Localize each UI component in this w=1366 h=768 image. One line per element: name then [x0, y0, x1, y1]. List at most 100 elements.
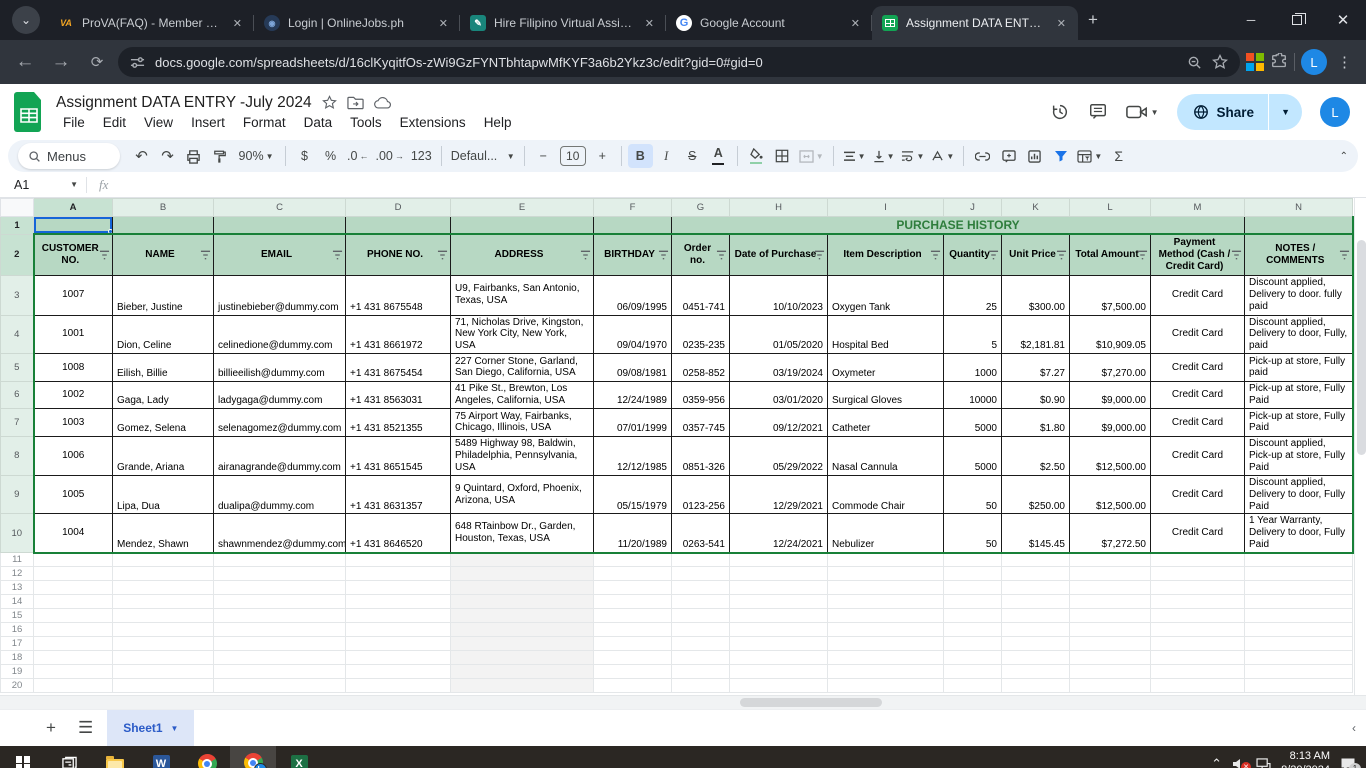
cell-r4c13[interactable]: Discount applied, Delivery to door, Full…	[1244, 314, 1354, 354]
insert-chart-button[interactable]	[1022, 144, 1047, 168]
add-sheet-button[interactable]: +	[38, 714, 64, 742]
cell-r9c12[interactable]: Credit Card	[1150, 474, 1245, 515]
vertical-align-button[interactable]: ▼	[870, 144, 898, 168]
cell-empty[interactable]	[943, 594, 1002, 610]
cell-empty[interactable]	[112, 608, 214, 624]
cell-empty[interactable]	[729, 650, 828, 666]
format-percent-button[interactable]: %	[318, 144, 343, 168]
grid-row-18[interactable]: 18	[0, 650, 1353, 666]
cell-empty[interactable]	[112, 650, 214, 666]
cell-N1[interactable]	[1244, 216, 1354, 235]
cell-r7c11[interactable]: $9,000.00	[1069, 407, 1151, 437]
cell-empty[interactable]	[345, 580, 451, 596]
cell-r3c3[interactable]: +1 431 8675548	[345, 274, 451, 316]
cell-empty[interactable]	[1244, 608, 1353, 624]
row-header-9[interactable]: 9	[0, 474, 34, 515]
row-header-6[interactable]: 6	[0, 380, 34, 409]
cell-r4c4[interactable]: 71, Nicholas Drive, Kingston, New York C…	[450, 314, 594, 354]
row-header-15[interactable]: 15	[0, 608, 34, 624]
cell-empty[interactable]	[729, 608, 828, 624]
cell-empty[interactable]	[1001, 552, 1070, 568]
cell-empty[interactable]	[213, 636, 346, 652]
column-header-J[interactable]: J	[943, 198, 1002, 217]
row-header-19[interactable]: 19	[0, 664, 34, 680]
cell-r5c0[interactable]: 1008	[32, 352, 113, 382]
cell-empty[interactable]	[345, 650, 451, 666]
cell-r7c0[interactable]: 1003	[32, 407, 113, 437]
cell-r7c6[interactable]: 0357-745	[671, 407, 730, 437]
increase-font-button[interactable]: +	[590, 144, 615, 168]
cell-empty[interactable]	[1150, 622, 1245, 638]
move-to-folder-icon[interactable]	[346, 96, 364, 110]
url-text[interactable]: docs.google.com/spreadsheets/d/16clKyqit…	[155, 55, 1177, 70]
insert-link-button[interactable]	[970, 144, 995, 168]
column-title-13[interactable]: NOTES / COMMENTS	[1244, 233, 1354, 276]
grid-row-6[interactable]: 6 1002 Gaga, Lady ladygaga@dummy.com +1 431 …	[0, 380, 1354, 409]
column-title-0[interactable]: CUSTOMER NO.	[32, 233, 113, 276]
cell-empty[interactable]	[593, 608, 672, 624]
minimize-button[interactable]: ─	[1228, 0, 1274, 40]
cell-r4c2[interactable]: celinedione@dummy.com	[213, 314, 346, 354]
column-header-D[interactable]: D	[345, 198, 451, 217]
cell-empty[interactable]	[1069, 650, 1151, 666]
cell-empty[interactable]	[1001, 636, 1070, 652]
row-header-10[interactable]: 10	[0, 513, 34, 554]
comment-history-icon[interactable]	[1088, 102, 1108, 122]
menus-search[interactable]: Menus	[18, 143, 121, 169]
tab-close-icon[interactable]: ✕	[641, 15, 658, 32]
cell-empty[interactable]	[345, 636, 451, 652]
column-header-M[interactable]: M	[1150, 198, 1245, 217]
cell-empty[interactable]	[827, 650, 944, 666]
cell-r8c10[interactable]: $2.50	[1001, 435, 1070, 476]
grid-row-15[interactable]: 15	[0, 608, 1353, 624]
volume-muted-icon[interactable]: ✕	[1232, 758, 1252, 768]
browser-profile-avatar[interactable]: L	[1301, 49, 1327, 75]
fill-color-button[interactable]	[744, 144, 769, 168]
grid-row-1[interactable]: 1 PURCHASE HISTORY	[0, 216, 1354, 235]
cell-empty[interactable]	[671, 552, 730, 568]
cell-empty[interactable]	[1069, 566, 1151, 582]
cell-empty[interactable]	[450, 664, 594, 680]
cell-empty[interactable]	[450, 552, 594, 568]
cell-empty[interactable]	[943, 552, 1002, 568]
cell-row1[interactable]	[213, 216, 346, 235]
cell-empty[interactable]	[112, 678, 214, 694]
share-dropdown[interactable]: ▼	[1268, 94, 1302, 130]
cell-r9c6[interactable]: 0123-256	[671, 474, 730, 515]
cell-empty[interactable]	[729, 636, 828, 652]
action-center-icon[interactable]: 1	[1340, 757, 1361, 768]
cell-empty[interactable]	[827, 566, 944, 582]
cell-r4c10[interactable]: $2,181.81	[1001, 314, 1070, 354]
menu-edit[interactable]: Edit	[96, 114, 133, 131]
cell-r5c5[interactable]: 09/08/1981	[593, 352, 672, 382]
column-title-10[interactable]: Unit Price	[1001, 233, 1070, 276]
document-title[interactable]: Assignment DATA ENTRY -July 2024	[56, 94, 312, 112]
excel-button[interactable]: X	[276, 746, 322, 768]
cell-r9c7[interactable]: 12/29/2021	[729, 474, 828, 515]
cell-r6c13[interactable]: Pick-up at store, Fully Paid	[1244, 380, 1354, 409]
cell-empty[interactable]	[1001, 580, 1070, 596]
cell-r5c8[interactable]: Oxymeter	[827, 352, 944, 382]
cell-empty[interactable]	[450, 594, 594, 610]
cell-r9c5[interactable]: 05/15/1979	[593, 474, 672, 515]
grid-row-14[interactable]: 14	[0, 594, 1353, 610]
cell-empty[interactable]	[33, 636, 113, 652]
cell-empty[interactable]	[112, 552, 214, 568]
horizontal-align-button[interactable]: ▼	[840, 144, 869, 168]
cell-r3c6[interactable]: 0451-741	[671, 274, 730, 316]
column-title-11[interactable]: Total Amount	[1069, 233, 1151, 276]
cell-r10c7[interactable]: 12/24/2021	[729, 513, 828, 554]
site-settings-icon[interactable]	[130, 55, 145, 70]
cell-r4c8[interactable]: Hospital Bed	[827, 314, 944, 354]
cell-empty[interactable]	[593, 636, 672, 652]
cell-r10c6[interactable]: 0263-541	[671, 513, 730, 554]
cell-empty[interactable]	[729, 594, 828, 610]
extensions-icon[interactable]	[1270, 53, 1288, 71]
cell-empty[interactable]	[1150, 664, 1245, 680]
cell-r6c0[interactable]: 1002	[32, 380, 113, 409]
cell-r4c0[interactable]: 1001	[32, 314, 113, 354]
cell-empty[interactable]	[1150, 608, 1245, 624]
browser-tab-1[interactable]: VA ProVA(FAQ) - Member - Olj ✕	[48, 6, 254, 40]
cell-empty[interactable]	[1001, 622, 1070, 638]
cell-r10c9[interactable]: 50	[943, 513, 1002, 554]
